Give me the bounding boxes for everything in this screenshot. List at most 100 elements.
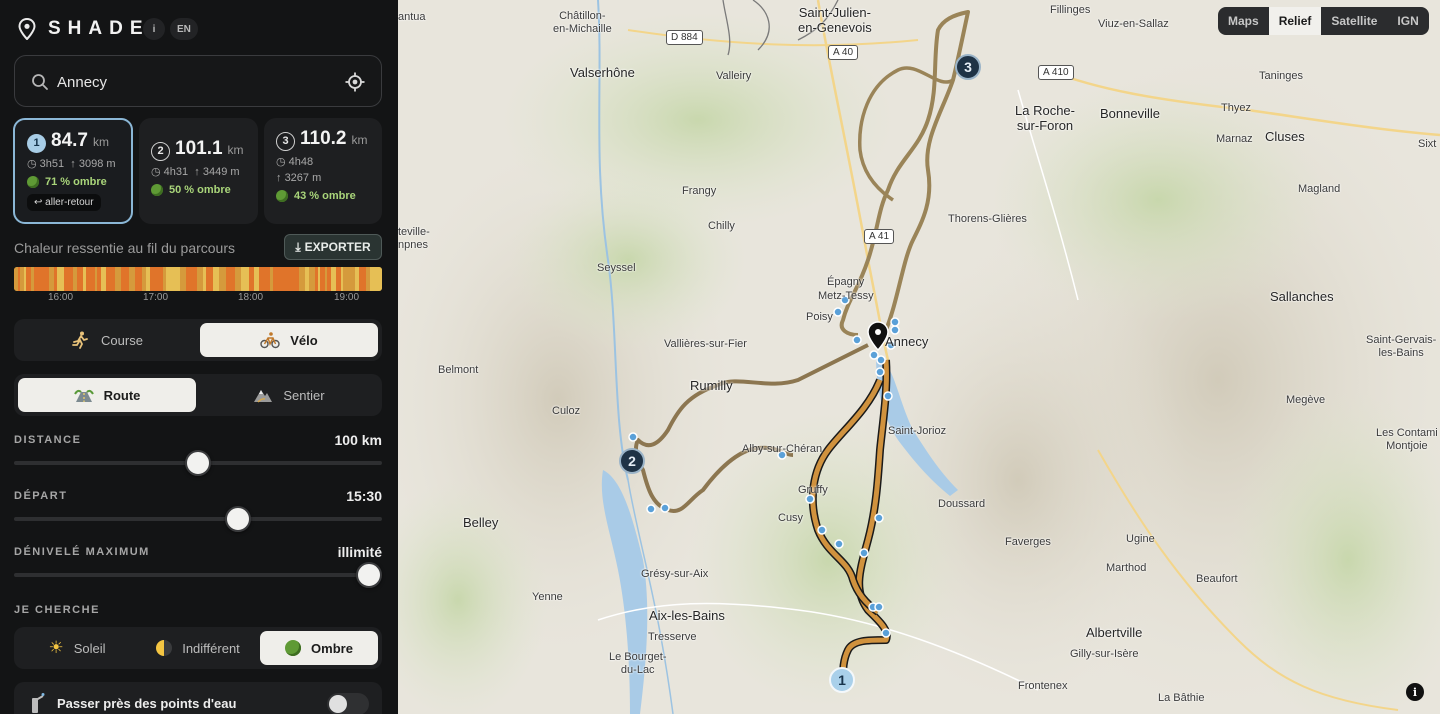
info-icon[interactable]: i — [1406, 683, 1424, 701]
heat-title: Chaleur ressentie au fil du parcours — [14, 240, 236, 256]
place-label: Yenne — [532, 591, 563, 603]
place-label: La Bâthie — [1158, 692, 1205, 704]
map-view[interactable]: antua Châtillon-en-Michaille Saint-Julie… — [398, 0, 1440, 714]
heat-stripe — [320, 267, 322, 291]
heat-stripe — [86, 267, 90, 291]
route-marker-2[interactable]: 2 — [619, 448, 645, 474]
heat-stripe — [286, 267, 291, 291]
map-type-ign[interactable]: IGN — [1387, 7, 1428, 35]
route-marker-1[interactable]: 1 — [829, 667, 855, 693]
heat-stripe — [254, 267, 259, 291]
heat-stripe — [77, 267, 83, 291]
heat-stripe — [43, 267, 49, 291]
heat-stripe — [322, 267, 325, 291]
clock-icon: ◷ — [27, 157, 37, 170]
heat-tick: 19:00 — [334, 292, 360, 303]
place-label: Thorens-Glières — [948, 213, 1027, 225]
route-card-2[interactable]: 2 101.1 km ◷ 4h31 ↑ 3449 m 50 % ombre — [139, 118, 258, 224]
map-type-relief[interactable]: Relief — [1268, 7, 1322, 35]
heat-stripe — [103, 267, 106, 291]
logo-pin-icon — [18, 18, 36, 40]
heat-stripe — [101, 267, 103, 291]
info-chip[interactable]: i — [143, 18, 165, 40]
heat-stripe — [213, 267, 215, 291]
elevation-slider-track[interactable] — [14, 573, 382, 577]
place-label: Magland — [1298, 183, 1341, 195]
heat-stripe — [123, 267, 127, 291]
heat-stripe — [49, 267, 54, 291]
heat-stripe — [146, 267, 150, 291]
heat-stripe — [14, 267, 18, 291]
place-label: Albertville — [1086, 625, 1143, 640]
language-chip[interactable]: EN — [170, 18, 198, 40]
activity-option-label: Course — [101, 332, 143, 348]
place-label: Sixt — [1418, 138, 1437, 150]
place-label: teville-npnes — [398, 226, 430, 251]
depart-value: 15:30 — [346, 488, 382, 504]
heat-stripe — [376, 267, 381, 291]
tree-icon — [276, 189, 288, 202]
route-elevation-row: ↑ 3267 m — [276, 172, 370, 184]
heat-tick: 16:00 — [48, 292, 74, 303]
map-type-maps[interactable]: Maps — [1218, 7, 1269, 35]
seek-label: JE CHERCHE — [14, 604, 100, 616]
route-marker-3[interactable]: 3 — [955, 54, 981, 80]
route-duration: 3h51 — [39, 157, 65, 170]
heat-stripe — [270, 267, 273, 291]
preference-option-soleil[interactable]: ☀ Soleil — [18, 631, 136, 665]
preference-option-ombre[interactable]: Ombre — [260, 631, 378, 665]
surface-option-route[interactable]: Route — [18, 378, 196, 412]
route-badge: 1 — [27, 133, 46, 153]
depart-slider-thumb[interactable] — [225, 506, 252, 532]
place-label: Megève — [1286, 394, 1326, 406]
distance-label: DISTANCE — [14, 434, 82, 446]
route-duration: 4h48 — [288, 155, 314, 168]
heat-stripe — [259, 267, 266, 291]
heat-stripe — [194, 267, 197, 291]
map-type-satellite[interactable]: Satellite — [1321, 7, 1387, 35]
distance-value: 100 km — [334, 432, 382, 448]
heat-stripe — [381, 267, 382, 291]
surface-option-label: Route — [103, 387, 141, 403]
heat-stripe — [327, 267, 331, 291]
distance-slider-thumb[interactable] — [185, 450, 211, 476]
place-label: Fillinges — [1050, 4, 1091, 16]
heat-stripe — [20, 267, 24, 291]
search-icon — [32, 74, 48, 90]
round-trip-tag: ↩ aller-retour — [27, 193, 101, 211]
heat-stripe — [359, 267, 366, 291]
route-elevation: 3267 m — [284, 171, 322, 184]
heat-stripe — [39, 267, 43, 291]
brand[interactable]: SHADE — [18, 18, 150, 40]
search-input[interactable] — [57, 68, 337, 96]
locate-icon[interactable] — [345, 72, 365, 92]
activity-option-course[interactable]: Course — [18, 323, 196, 357]
place-label: Valserhône — [570, 65, 635, 80]
depart-slider-track[interactable] — [14, 517, 382, 521]
activity-option-velo[interactable]: Vélo — [200, 323, 378, 357]
place-label: Saint-Julien-en-Genevois — [798, 5, 872, 35]
surface-option-label: Sentier — [283, 387, 325, 403]
place-label: Annecy — [885, 334, 929, 349]
preference-option-indifferent[interactable]: Indifférent — [139, 631, 257, 665]
heat-tick: 17:00 — [143, 292, 169, 303]
route-badge: 3 — [276, 131, 295, 151]
place-label: Valleiry — [716, 70, 752, 82]
route-card-3[interactable]: 3 110.2 km ◷ 4h48 ↑ 3267 m 43 % ombre — [264, 118, 382, 224]
heat-stripe — [73, 267, 77, 291]
heat-stripe — [163, 267, 166, 291]
elevation-slider-thumb[interactable] — [356, 562, 382, 588]
water-points-toggle[interactable] — [327, 693, 369, 714]
elevation-label: DÉNIVELÉ MAXIMUM — [14, 546, 150, 558]
place-label: Poisy — [806, 311, 833, 323]
export-button[interactable]: ⤓ EXPORTER — [284, 234, 382, 260]
toggle-knob — [329, 695, 347, 713]
heat-stripe — [142, 267, 146, 291]
heat-stripe — [370, 267, 376, 291]
place-label: Marthod — [1106, 562, 1147, 574]
heat-stripe — [150, 267, 154, 291]
route-meta: ◷ 4h31 ↑ 3449 m — [151, 165, 246, 178]
heat-stripe — [331, 267, 336, 291]
surface-option-sentier[interactable]: Sentier — [200, 378, 378, 412]
route-card-1[interactable]: 1 84.7 km ◷ 3h51 ↑ 3098 m 71 % ombre ↩ a… — [13, 118, 133, 224]
